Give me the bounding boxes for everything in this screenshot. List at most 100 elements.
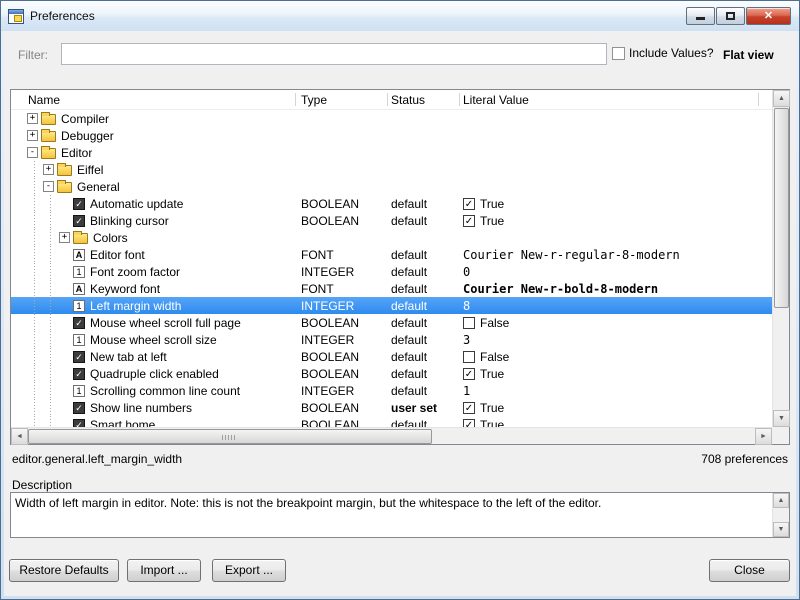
scroll-right-icon[interactable]: ►	[755, 428, 772, 445]
tree-row-quadruple-click-enabled[interactable]: ✓Quadruple click enabledBOOLEANdefault✓T…	[11, 365, 772, 382]
bool-icon: ✓	[73, 198, 85, 210]
value-text: Courier New-r-regular-8-modern	[463, 248, 680, 262]
column-separator[interactable]	[295, 93, 296, 106]
tree-row-automatic-update[interactable]: ✓Automatic updateBOOLEANdefault✓True	[11, 195, 772, 212]
expand-icon[interactable]: +	[43, 164, 54, 175]
checked-checkbox-icon[interactable]: ✓	[463, 215, 475, 227]
bool-icon: ✓	[73, 368, 85, 380]
titlebar[interactable]: Preferences ✕	[1, 1, 799, 31]
preference-name: Left margin width	[90, 299, 181, 313]
scroll-up-icon[interactable]: ▲	[773, 493, 789, 508]
column-separator[interactable]	[459, 93, 460, 106]
scroll-left-icon[interactable]: ◄	[11, 428, 28, 445]
tree-row-left-margin-width[interactable]: 1Left margin widthINTEGERdefault8	[11, 297, 772, 314]
expand-icon[interactable]: +	[27, 130, 38, 141]
column-header-name[interactable]: Name	[11, 93, 297, 107]
close-button[interactable]: ✕	[746, 7, 791, 25]
expand-icon[interactable]: +	[27, 113, 38, 124]
value-text: True	[480, 367, 504, 381]
folder-icon	[73, 233, 88, 244]
bool-icon: ✓	[73, 419, 85, 428]
tree-row-compiler[interactable]: +Compiler	[11, 110, 772, 127]
collapse-icon[interactable]: -	[27, 147, 38, 158]
window-controls: ✕	[685, 7, 791, 25]
description-scrollbar[interactable]: ▲ ▼	[772, 493, 789, 537]
column-header-literal-value[interactable]: Literal Value	[459, 93, 772, 107]
tree-row-keyword-font[interactable]: AKeyword fontFONTdefaultCourier New-r-bo…	[11, 280, 772, 297]
column-header-type[interactable]: Type	[297, 93, 387, 107]
unchecked-checkbox-icon[interactable]	[463, 317, 475, 329]
minimize-button[interactable]	[686, 7, 715, 25]
preference-name: Keyword font	[90, 282, 160, 296]
vertical-scrollbar[interactable]: ▲ ▼	[772, 90, 789, 427]
cell-type: INTEGER	[297, 384, 387, 398]
cell-status: default	[387, 248, 459, 262]
tree-row-eiffel[interactable]: +Eiffel	[11, 161, 772, 178]
cell-literal-value: ✓True	[459, 401, 772, 415]
column-separator[interactable]	[387, 93, 388, 106]
maximize-button[interactable]	[716, 7, 745, 25]
cell-literal-value: 8	[459, 299, 772, 313]
collapse-icon[interactable]: -	[43, 181, 54, 192]
checked-checkbox-icon[interactable]: ✓	[463, 419, 475, 428]
tree-row-general[interactable]: -General	[11, 178, 772, 195]
preference-name: Show line numbers	[90, 401, 192, 415]
cell-status: default	[387, 214, 459, 228]
expand-icon[interactable]: +	[59, 232, 70, 243]
dialog-body: Filter: Include Values? Flat view Name T…	[4, 31, 796, 596]
flat-view-toggle[interactable]: Flat view	[723, 48, 774, 62]
cell-literal-value: Courier New-r-bold-8-modern	[459, 282, 772, 296]
tree-row-editor-font[interactable]: AEditor fontFONTdefaultCourier New-r-reg…	[11, 246, 772, 263]
cell-status: default	[387, 418, 459, 428]
tree-row-new-tab-at-left[interactable]: ✓New tab at leftBOOLEANdefaultFalse	[11, 348, 772, 365]
description-text: Width of left margin in editor. Note: th…	[15, 496, 767, 510]
restore-defaults-button[interactable]: Restore Defaults	[9, 559, 119, 582]
cell-type: INTEGER	[297, 265, 387, 279]
scroll-down-icon[interactable]: ▼	[773, 410, 790, 427]
include-values-label: Include Values?	[629, 46, 714, 60]
folder-icon	[57, 182, 72, 193]
preference-name: Mouse wheel scroll full page	[90, 316, 241, 330]
checked-checkbox-icon[interactable]: ✓	[463, 368, 475, 380]
tree-row-blinking-cursor[interactable]: ✓Blinking cursorBOOLEANdefault✓True	[11, 212, 772, 229]
filter-input[interactable]	[61, 43, 607, 65]
preferences-tree: Name Type Status Literal Value +Compiler…	[10, 89, 790, 445]
cell-type: FONT	[297, 282, 387, 296]
include-values-option[interactable]: Include Values?	[612, 46, 714, 60]
tree-row-colors[interactable]: +Colors	[11, 229, 772, 246]
horizontal-scrollbar-thumb[interactable]	[28, 429, 432, 444]
export-button[interactable]: Export ...	[212, 559, 286, 582]
cell-type: INTEGER	[297, 333, 387, 347]
cell-name: +Debugger	[11, 127, 297, 144]
value-text: 1	[463, 384, 470, 398]
preferences-window: Preferences ✕ Filter: Include Values? Fl…	[0, 0, 800, 600]
preference-name: Editor	[61, 146, 92, 160]
unchecked-checkbox-icon[interactable]	[463, 351, 475, 363]
column-header-status[interactable]: Status	[387, 93, 459, 107]
checked-checkbox-icon[interactable]: ✓	[463, 198, 475, 210]
vertical-scrollbar-thumb[interactable]	[774, 108, 789, 308]
scroll-up-icon[interactable]: ▲	[773, 90, 790, 107]
close-dialog-button[interactable]: Close	[709, 559, 790, 582]
tree-row-mouse-wheel-scroll-full-page[interactable]: ✓Mouse wheel scroll full pageBOOLEANdefa…	[11, 314, 772, 331]
cell-name: AEditor font	[11, 246, 297, 263]
tree-row-debugger[interactable]: +Debugger	[11, 127, 772, 144]
preference-name: Blinking cursor	[90, 214, 169, 228]
checked-checkbox-icon[interactable]: ✓	[463, 402, 475, 414]
tree-row-show-line-numbers[interactable]: ✓Show line numbersBOOLEANuser set✓True	[11, 399, 772, 416]
import-button[interactable]: Import ...	[127, 559, 201, 582]
tree-row-editor[interactable]: - Editor	[11, 144, 772, 161]
cell-literal-value: 1	[459, 384, 772, 398]
tree-row-font-zoom-factor[interactable]: 1Font zoom factorINTEGERdefault0	[11, 263, 772, 280]
folder-icon	[57, 165, 72, 176]
tree-row-scrolling-common-line-count[interactable]: 1Scrolling common line countINTEGERdefau…	[11, 382, 772, 399]
tree-row-mouse-wheel-scroll-size[interactable]: 1Mouse wheel scroll sizeINTEGERdefault3	[11, 331, 772, 348]
preferences-count: 708 preferences	[701, 452, 788, 466]
include-values-checkbox[interactable]	[612, 47, 625, 60]
tree-row-smart-home[interactable]: ✓Smart homeBOOLEANdefault✓True	[11, 416, 772, 427]
column-separator[interactable]	[758, 93, 759, 106]
preference-name: Smart home	[90, 418, 155, 428]
horizontal-scrollbar[interactable]: ◄ ►	[11, 427, 772, 444]
scroll-down-icon[interactable]: ▼	[773, 522, 789, 537]
cell-status: default	[387, 265, 459, 279]
